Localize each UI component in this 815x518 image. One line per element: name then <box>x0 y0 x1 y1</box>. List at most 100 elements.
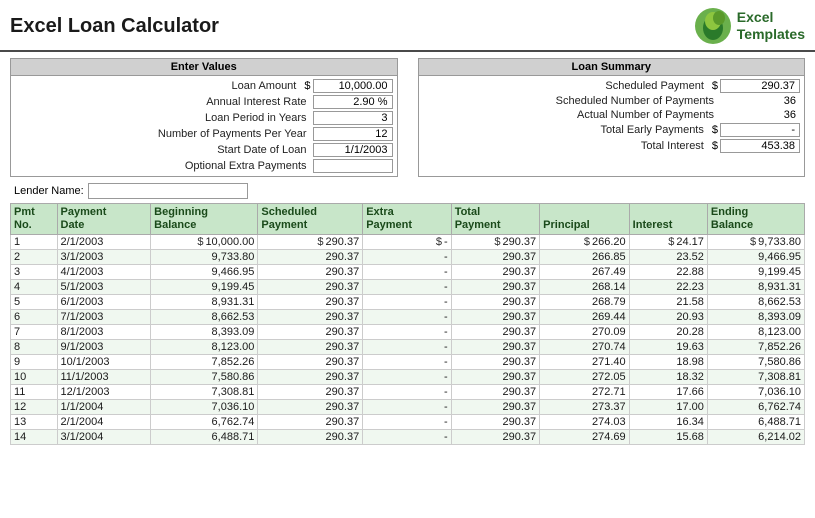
cell-pmt-no: 7 <box>11 325 58 340</box>
cell-total-pay: 290.37 <box>451 400 539 415</box>
app-header: Excel Loan Calculator Excel Templates <box>0 0 815 52</box>
cell-interest: 20.28 <box>629 325 707 340</box>
cell-extra-pay: $- <box>363 235 451 250</box>
loan-amount-value[interactable]: 10,000.00 <box>313 79 393 93</box>
cell-beg-balance: 9,733.80 <box>151 250 258 265</box>
cell-principal: 274.69 <box>540 430 630 445</box>
cell-beg-balance: 7,036.10 <box>151 400 258 415</box>
cell-end-balance: 7,036.10 <box>707 385 804 400</box>
loan-amount-row: Loan Amount $ 10,000.00 <box>15 78 393 94</box>
total-interest-value: 453.38 <box>720 139 800 153</box>
total-interest-label: Total Interest <box>423 140 710 152</box>
cell-interest: 22.88 <box>629 265 707 280</box>
interest-rate-label: Annual Interest Rate <box>15 96 313 108</box>
cell-extra-pay: - <box>363 400 451 415</box>
cell-total-pay: 290.37 <box>451 370 539 385</box>
interest-rate-value[interactable]: 2.90 % <box>313 95 393 109</box>
cell-extra-pay: - <box>363 385 451 400</box>
cell-sched-pay: 290.37 <box>258 265 363 280</box>
cell-principal: 269.44 <box>540 310 630 325</box>
cell-sched-pay: 290.37 <box>258 250 363 265</box>
cell-principal: $266.20 <box>540 235 630 250</box>
cell-end-balance: 8,931.31 <box>707 280 804 295</box>
cell-pmt-no: 3 <box>11 265 58 280</box>
enter-values-body: Loan Amount $ 10,000.00 Annual Interest … <box>11 76 397 176</box>
cell-end-balance: 6,762.74 <box>707 400 804 415</box>
cell-date: 6/1/2003 <box>57 295 151 310</box>
cell-total-pay: 290.37 <box>451 295 539 310</box>
cell-pmt-no: 1 <box>11 235 58 250</box>
cell-beg-balance: 7,308.81 <box>151 385 258 400</box>
cell-total-pay: 290.37 <box>451 265 539 280</box>
cell-sched-pay: 290.37 <box>258 385 363 400</box>
cell-beg-balance: $10,000.00 <box>151 235 258 250</box>
cell-date: 9/1/2003 <box>57 340 151 355</box>
loan-summary-header: Loan Summary <box>419 59 805 76</box>
table-row: 89/1/20038,123.00290.37-290.37270.7419.6… <box>11 340 805 355</box>
cell-end-balance: 6,488.71 <box>707 415 804 430</box>
extra-payments-row: Optional Extra Payments <box>15 158 393 174</box>
cell-total-pay: 290.37 <box>451 280 539 295</box>
table-row: 23/1/20039,733.80290.37-290.37266.8523.5… <box>11 250 805 265</box>
cell-principal: 268.14 <box>540 280 630 295</box>
cell-interest: 18.32 <box>629 370 707 385</box>
cell-total-pay: 290.37 <box>451 325 539 340</box>
cell-end-balance: 8,393.09 <box>707 310 804 325</box>
table-row: 56/1/20038,931.31290.37-290.37268.7921.5… <box>11 295 805 310</box>
cell-interest: 17.00 <box>629 400 707 415</box>
cell-date: 2/1/2004 <box>57 415 151 430</box>
cell-extra-pay: - <box>363 370 451 385</box>
extra-payments-label: Optional Extra Payments <box>15 160 313 172</box>
table-row: 12/1/2003$10,000.00$290.37$-$290.37$266.… <box>11 235 805 250</box>
cell-end-balance: 7,308.81 <box>707 370 804 385</box>
cell-total-pay: 290.37 <box>451 250 539 265</box>
logo-icon <box>693 6 733 46</box>
cell-sched-pay: 290.37 <box>258 430 363 445</box>
loan-period-row: Loan Period in Years 3 <box>15 110 393 126</box>
cell-sched-pay: $290.37 <box>258 235 363 250</box>
start-date-row: Start Date of Loan 1/1/2003 <box>15 142 393 158</box>
cell-date: 8/1/2003 <box>57 325 151 340</box>
cell-principal: 272.71 <box>540 385 630 400</box>
cell-pmt-no: 13 <box>11 415 58 430</box>
cell-date: 12/1/2003 <box>57 385 151 400</box>
cell-pmt-no: 11 <box>11 385 58 400</box>
cell-principal: 274.03 <box>540 415 630 430</box>
lender-row: Lender Name: <box>10 183 805 199</box>
cell-extra-pay: - <box>363 280 451 295</box>
cell-sched-pay: 290.37 <box>258 355 363 370</box>
cell-interest: 23.52 <box>629 250 707 265</box>
table-row: 1112/1/20037,308.81290.37-290.37272.7117… <box>11 385 805 400</box>
lender-input[interactable] <box>88 183 248 199</box>
total-early-payments-row: Total Early Payments $ - <box>423 122 801 138</box>
logo-area: Excel Templates <box>693 6 805 46</box>
col-pmt-no: PmtNo. <box>11 204 58 235</box>
cell-extra-pay: - <box>363 295 451 310</box>
payments-per-year-row: Number of Payments Per Year 12 <box>15 126 393 142</box>
actual-num-payments-row: Actual Number of Payments 36 <box>423 108 801 122</box>
start-date-value[interactable]: 1/1/2003 <box>313 143 393 157</box>
cell-interest: 20.93 <box>629 310 707 325</box>
enter-values-header: Enter Values <box>11 59 397 76</box>
payments-per-year-value[interactable]: 12 <box>313 127 393 141</box>
loan-period-value[interactable]: 3 <box>313 111 393 125</box>
table-body: 12/1/2003$10,000.00$290.37$-$290.37$266.… <box>11 235 805 445</box>
cell-pmt-no: 2 <box>11 250 58 265</box>
cell-total-pay: 290.37 <box>451 355 539 370</box>
cell-total-pay: 290.37 <box>451 430 539 445</box>
cell-beg-balance: 7,852.26 <box>151 355 258 370</box>
cell-total-pay: 290.37 <box>451 385 539 400</box>
cell-extra-pay: - <box>363 265 451 280</box>
cell-interest: 19.63 <box>629 340 707 355</box>
cell-interest: 21.58 <box>629 295 707 310</box>
start-date-label: Start Date of Loan <box>15 144 313 156</box>
table-row: 132/1/20046,762.74290.37-290.37274.0316.… <box>11 415 805 430</box>
cell-end-balance: 8,662.53 <box>707 295 804 310</box>
scheduled-payment-value: 290.37 <box>720 79 800 93</box>
cell-end-balance: 9,466.95 <box>707 250 804 265</box>
cell-beg-balance: 9,466.95 <box>151 265 258 280</box>
payments-per-year-label: Number of Payments Per Year <box>15 128 313 140</box>
col-total-payment: TotalPayment <box>451 204 539 235</box>
cell-date: 1/1/2004 <box>57 400 151 415</box>
extra-payments-value[interactable] <box>313 159 393 173</box>
